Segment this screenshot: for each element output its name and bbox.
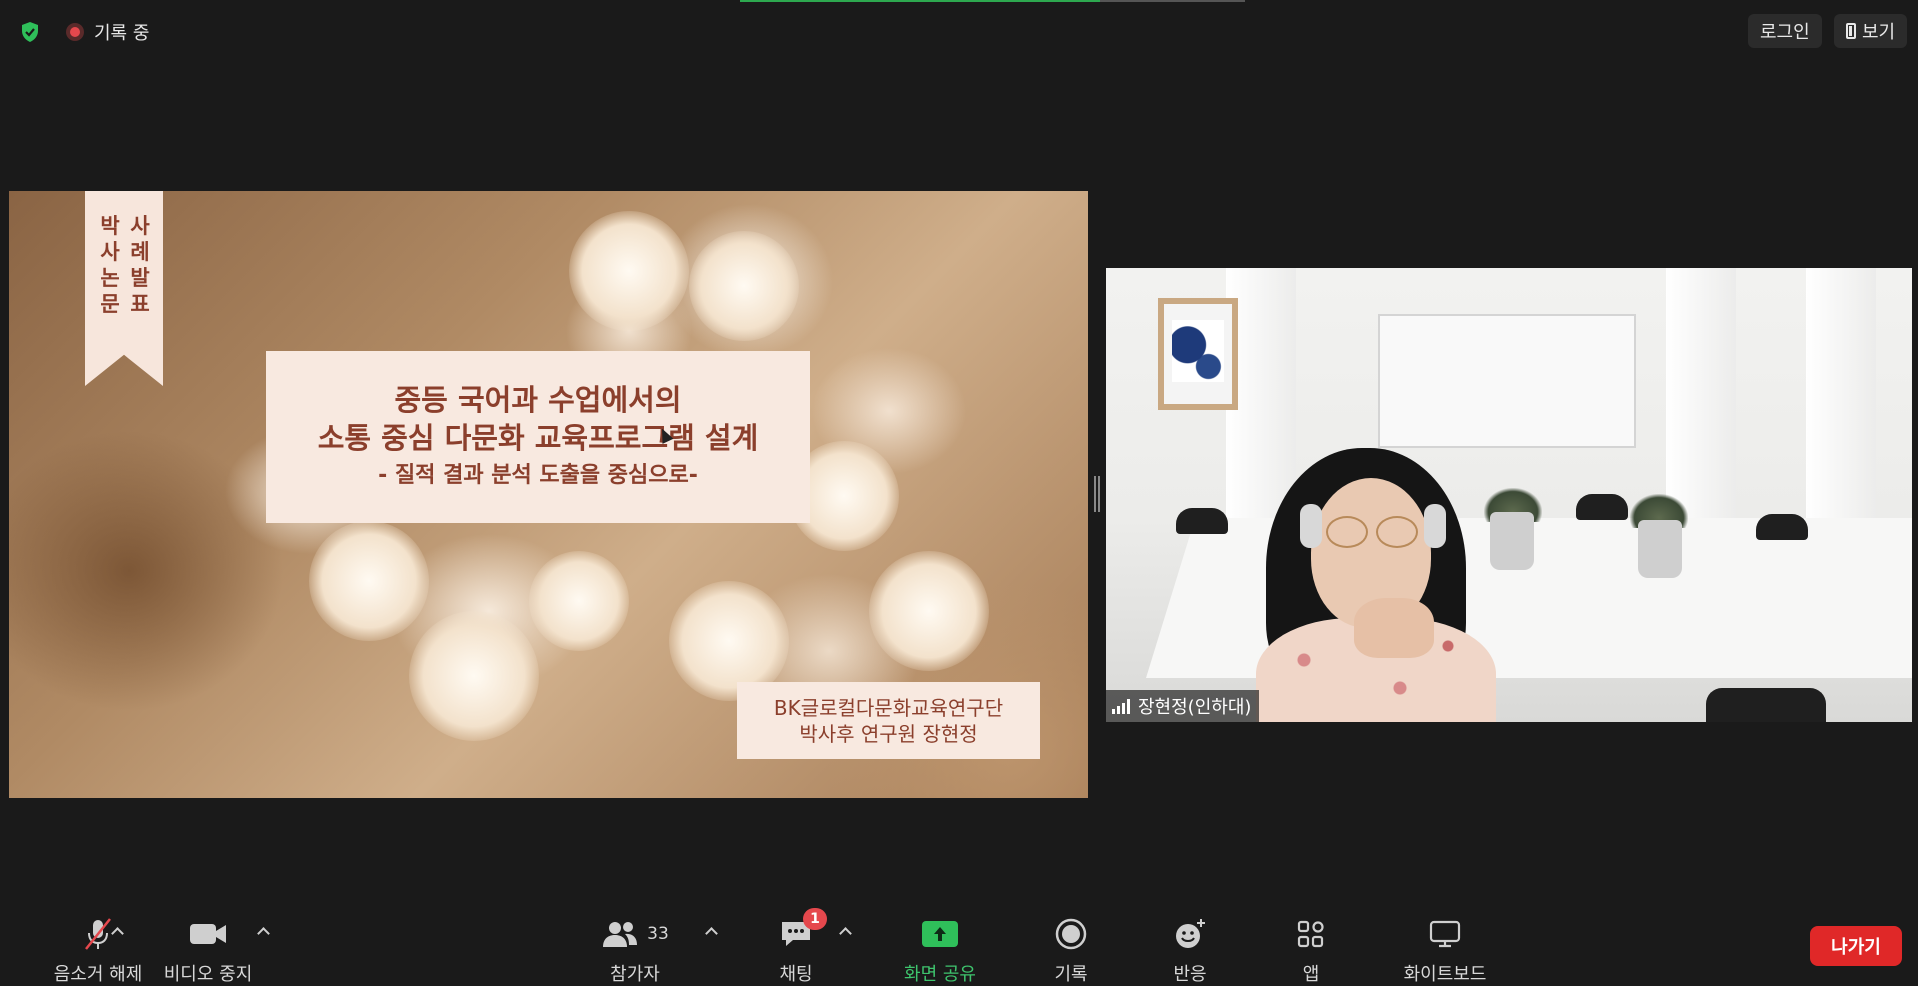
room-whiteboard — [1378, 314, 1636, 448]
whiteboard-icon — [1428, 914, 1462, 954]
participant-headphone — [1300, 504, 1322, 548]
leave-meeting-button[interactable]: 나가기 — [1810, 926, 1902, 966]
chair — [1176, 508, 1228, 534]
login-button[interactable]: 로그인 — [1748, 14, 1822, 48]
video-options-chevron-icon[interactable] — [256, 924, 270, 938]
participant-headphone — [1424, 504, 1446, 548]
stop-video-button[interactable]: 비디오 중지 — [158, 914, 258, 986]
view-button[interactable]: 보기 — [1834, 14, 1908, 48]
blossom-decoration — [529, 551, 629, 651]
record-icon — [1055, 914, 1087, 954]
stop-video-label: 비디오 중지 — [163, 964, 253, 985]
chat-icon-wrap: 1 — [779, 908, 827, 954]
whiteboard-button[interactable]: 화이트보드 — [1395, 914, 1495, 986]
slide-title-line2: 소통 중심 다문화 교육프로그램 설계 — [317, 421, 759, 455]
participants-icon — [603, 922, 638, 947]
top-share-indicator — [740, 0, 1100, 2]
security-shield-icon[interactable] — [18, 20, 42, 44]
view-label: 보기 — [1862, 22, 1896, 43]
participants-options-chevron-icon[interactable] — [704, 924, 718, 938]
unmute-button[interactable]: 음소거 해제 — [48, 914, 148, 986]
ribbon-column: 박사논문 — [100, 214, 120, 316]
record-button[interactable]: 기록 — [1041, 914, 1101, 986]
participants-count: 33 — [647, 924, 669, 944]
wall-picture-frame — [1158, 298, 1238, 410]
slide-author-line1: BK글로컬다문화교육연구단 — [773, 695, 1004, 720]
share-screen-button[interactable]: 화면 공유 — [890, 914, 990, 986]
reactions-label: 반응 — [1173, 964, 1207, 985]
apps-label: 앱 — [1302, 964, 1320, 985]
slide-title-line1: 중등 국어과 수업에서의 — [394, 383, 682, 417]
split-view-resize-handle[interactable] — [1094, 476, 1100, 512]
chair — [1706, 688, 1826, 722]
unmute-label: 음소거 해제 — [53, 964, 143, 985]
view-layout-icon — [1846, 23, 1856, 39]
chair — [1756, 514, 1808, 540]
blossom-decoration — [409, 611, 539, 741]
apps-icon — [1296, 914, 1326, 954]
meeting-toolbar: 음소거 해제 비디오 중지 33 참가자 1 채팅 화면 공유 기록 반응 앱 … — [0, 900, 1918, 985]
blossom-decoration — [689, 231, 799, 341]
plant-pot — [1490, 512, 1534, 570]
whiteboard-label: 화이트보드 — [1403, 964, 1487, 985]
chair — [1576, 494, 1628, 520]
chat-label: 채팅 — [779, 964, 813, 985]
slide-subtitle: - 질적 결과 분석 도출을 중심으로- — [378, 463, 698, 488]
chat-options-chevron-icon[interactable] — [838, 924, 852, 938]
video-camera-icon — [188, 914, 228, 954]
chat-button[interactable]: 1 채팅 — [766, 908, 827, 986]
top-share-indicator-secondary — [1100, 0, 1245, 2]
plant-pot — [1638, 520, 1682, 578]
blossom-decoration — [569, 211, 689, 331]
recording-indicator[interactable]: 기록 중 — [66, 18, 149, 46]
connection-signal-icon — [1112, 698, 1130, 714]
share-screen-label: 화면 공유 — [904, 964, 976, 985]
participant-glasses — [1326, 516, 1418, 548]
slide-author-box: BK글로컬다문화교육연구단 박사후 연구원 장현정 — [737, 682, 1040, 759]
share-screen-icon — [922, 921, 958, 947]
recording-label: 기록 중 — [94, 23, 150, 44]
reactions-icon — [1173, 914, 1207, 954]
participant-name: 장현정(인하대) — [1138, 697, 1252, 718]
login-label: 로그인 — [1760, 22, 1810, 43]
shared-screen: 사례발표 박사논문 중등 국어과 수업에서의 소통 중심 다문화 교육프로그램 … — [9, 191, 1088, 798]
ribbon-column: 사례발표 — [130, 214, 150, 316]
audio-options-chevron-icon[interactable] — [110, 924, 124, 938]
participant-video-tile[interactable]: 장현정(인하대) — [1106, 268, 1912, 722]
record-label: 기록 — [1054, 964, 1088, 985]
reactions-button[interactable]: 반응 — [1160, 914, 1220, 986]
participants-label: 참가자 — [610, 964, 660, 985]
participant-name-tag: 장현정(인하대) — [1106, 690, 1260, 722]
participants-icon-group: 33 — [601, 914, 669, 954]
recording-dot-icon — [66, 23, 84, 41]
slide-author-line2: 박사후 연구원 장현정 — [799, 721, 978, 746]
ribbon-text: 사례발표 박사논문 — [95, 213, 155, 317]
apps-button[interactable]: 앱 — [1281, 914, 1341, 986]
slide-title-box: 중등 국어과 수업에서의 소통 중심 다문화 교육프로그램 설계 - 질적 결과… — [266, 351, 810, 523]
blossom-decoration — [869, 551, 989, 671]
blossom-decoration — [309, 521, 429, 641]
share-screen-icon-wrap — [922, 914, 958, 954]
participants-button[interactable]: 33 참가자 — [590, 914, 680, 986]
chat-unread-badge: 1 — [803, 908, 827, 930]
participant-hand — [1354, 598, 1434, 658]
